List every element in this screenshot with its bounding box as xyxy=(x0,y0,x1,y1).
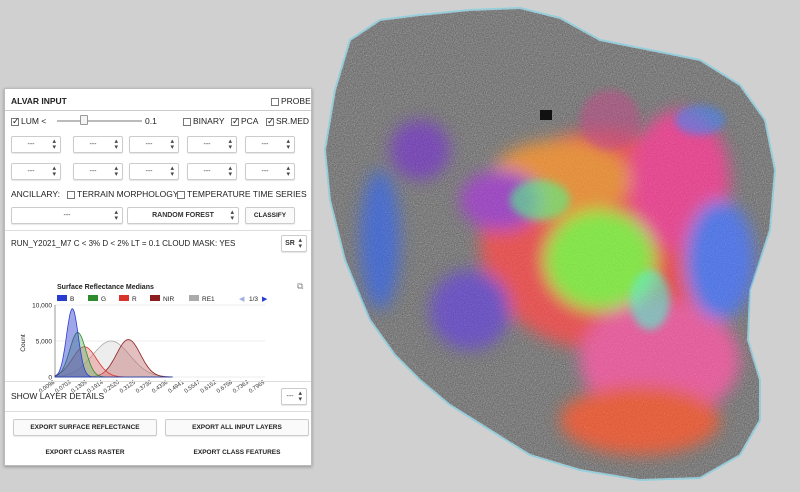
up-down-chevron-icon: ▴ ▾ xyxy=(114,209,118,222)
chart-pager: 1/3 xyxy=(249,296,258,303)
binary-toggle[interactable]: BINARY xyxy=(183,116,225,126)
triangle-left-icon[interactable]: ◀ xyxy=(239,296,245,303)
legend-label-r: R xyxy=(132,296,137,303)
lum-slider-thumb[interactable] xyxy=(80,115,89,125)
up-down-chevron-icon: ▴ ▾ xyxy=(298,237,302,250)
alvar-input-panel: ALVAR INPUT PROBE LUM < 0.1 BINARY PCA S… xyxy=(4,88,312,466)
legend-label-nir: NIR xyxy=(163,296,175,303)
lum-checkbox[interactable] xyxy=(11,116,20,127)
probe-toggle[interactable]: PROBE xyxy=(271,96,311,106)
band-select-value: --- xyxy=(203,168,211,175)
ancillary-select-value: --- xyxy=(63,212,71,219)
band-select-1[interactable]: --- ▴ ▾ xyxy=(11,136,61,153)
band-select-7[interactable]: --- ▴ ▾ xyxy=(73,163,123,180)
up-down-chevron-icon: ▴ ▾ xyxy=(170,165,174,178)
band-select-10[interactable]: --- ▴ ▾ xyxy=(245,163,295,180)
band-select-2[interactable]: --- ▴ ▾ xyxy=(73,136,123,153)
legend-swatch-g xyxy=(88,295,98,301)
up-down-chevron-icon: ▴ ▾ xyxy=(114,138,118,151)
band-select-5[interactable]: --- ▴ ▾ xyxy=(245,136,295,153)
probe-label: PROBE xyxy=(281,96,311,106)
export-surface-reflectance-button[interactable]: EXPORT SURFACE REFLECTANCE xyxy=(13,419,157,436)
legend-swatch-re1 xyxy=(189,295,199,301)
layer-details-select[interactable]: --- ▴ ▾ xyxy=(281,388,307,405)
terrain-label: TERRAIN MORPHOLOGY xyxy=(77,189,179,199)
temperature-label: TEMPERATURE TIME SERIES xyxy=(187,189,307,199)
band-select-8[interactable]: --- ▴ ▾ xyxy=(129,163,179,180)
up-down-chevron-icon: ▴ ▾ xyxy=(298,390,302,403)
classifier-method-value: RANDOM FOREST xyxy=(152,212,214,219)
srmed-label: SR.MED xyxy=(276,116,310,126)
panel-header: ALVAR INPUT PROBE xyxy=(5,89,311,111)
ancillary-label: ANCILLARY: xyxy=(11,189,60,199)
legend-swatch-b xyxy=(57,295,67,301)
layer-details-label: SHOW LAYER DETAILS xyxy=(11,391,105,401)
band-select-9[interactable]: --- ▴ ▾ xyxy=(187,163,237,180)
band-select-value: --- xyxy=(261,168,269,175)
divider xyxy=(5,230,311,231)
band-select-value: --- xyxy=(27,168,35,175)
band-select-value: --- xyxy=(261,141,269,148)
up-down-chevron-icon: ▴ ▾ xyxy=(52,138,56,151)
up-down-chevron-icon: ▴ ▾ xyxy=(228,165,232,178)
chart-title: Surface Reflectance Medians xyxy=(57,284,154,291)
lum-value: 0.1 xyxy=(145,116,157,126)
terrain-checkbox[interactable] xyxy=(67,190,75,199)
up-down-chevron-icon: ▴ ▾ xyxy=(286,165,290,178)
srmed-checkbox[interactable] xyxy=(266,116,275,127)
band-select-6[interactable]: --- ▴ ▾ xyxy=(11,163,61,180)
divider xyxy=(5,381,311,382)
band-select-value: --- xyxy=(89,168,97,175)
pca-label: PCA xyxy=(241,116,259,126)
reflectance-chart: Surface Reflectance Medians ⧉ B G R NIR RE1 ◀ 1/… xyxy=(20,281,304,394)
temperature-checkbox[interactable] xyxy=(177,190,185,199)
lum-slider-track[interactable] xyxy=(57,115,142,125)
band-select-3[interactable]: --- ▴ ▾ xyxy=(129,136,179,153)
legend-label-re1: RE1 xyxy=(202,296,215,303)
band-select-value: --- xyxy=(145,168,153,175)
terrain-toggle[interactable]: TERRAIN MORPHOLOGY xyxy=(67,189,179,199)
export-class-features-button[interactable]: EXPORT CLASS FEATURES xyxy=(165,445,309,462)
legend-label-b: B xyxy=(70,296,74,303)
lum-label: LUM < xyxy=(21,116,47,126)
triangle-right-icon[interactable]: ▶ xyxy=(262,296,268,303)
band-select-value: --- xyxy=(89,141,97,148)
divider xyxy=(5,411,311,412)
classifier-method-select[interactable]: RANDOM FOREST ▴ ▾ xyxy=(127,207,239,224)
probe-checkbox[interactable] xyxy=(271,97,279,106)
up-down-chevron-icon: ▴ ▾ xyxy=(52,165,56,178)
up-down-chevron-icon: ▴ ▾ xyxy=(170,138,174,151)
lum-toggle[interactable]: LUM < xyxy=(11,116,47,127)
legend-swatch-nir xyxy=(150,295,160,301)
classify-button[interactable]: CLASSIFY xyxy=(245,207,295,224)
satellite-island xyxy=(323,6,777,482)
srmed-toggle[interactable]: SR.MED xyxy=(266,116,310,127)
band-select-value: --- xyxy=(145,141,153,148)
y-tick-label: 5,000 xyxy=(36,339,53,346)
up-down-chevron-icon: ▴ ▾ xyxy=(114,165,118,178)
ancillary-select[interactable]: --- ▴ ▾ xyxy=(11,207,123,224)
legend-label-g: G xyxy=(101,296,106,303)
up-down-chevron-icon: ▴ ▾ xyxy=(286,138,290,151)
binary-checkbox[interactable] xyxy=(183,117,191,126)
binary-label: BINARY xyxy=(193,116,225,126)
export-class-raster-button[interactable]: EXPORT CLASS RASTER xyxy=(13,445,157,462)
pca-checkbox[interactable] xyxy=(231,116,240,127)
y-tick-label: 10,000 xyxy=(32,303,52,310)
export-all-input-layers-button[interactable]: EXPORT ALL INPUT LAYERS xyxy=(165,419,309,436)
pca-toggle[interactable]: PCA xyxy=(231,116,259,127)
run-output-select[interactable]: SR ▴ ▾ xyxy=(281,235,307,252)
temperature-toggle[interactable]: TEMPERATURE TIME SERIES xyxy=(177,189,307,199)
band-select-value: --- xyxy=(203,141,211,148)
external-link-icon[interactable]: ⧉ xyxy=(297,281,304,291)
up-down-chevron-icon: ▴ ▾ xyxy=(228,138,232,151)
band-select-4[interactable]: --- ▴ ▾ xyxy=(187,136,237,153)
up-down-chevron-icon: ▴ ▾ xyxy=(230,209,234,222)
legend-swatch-r xyxy=(119,295,129,301)
run-summary: RUN_Y2021_M7 C < 3% D < 2% LT = 0.1 CLOU… xyxy=(11,239,236,248)
y-axis-label: Count xyxy=(20,334,27,352)
panel-title: ALVAR INPUT xyxy=(11,96,67,106)
band-select-value: --- xyxy=(27,141,35,148)
